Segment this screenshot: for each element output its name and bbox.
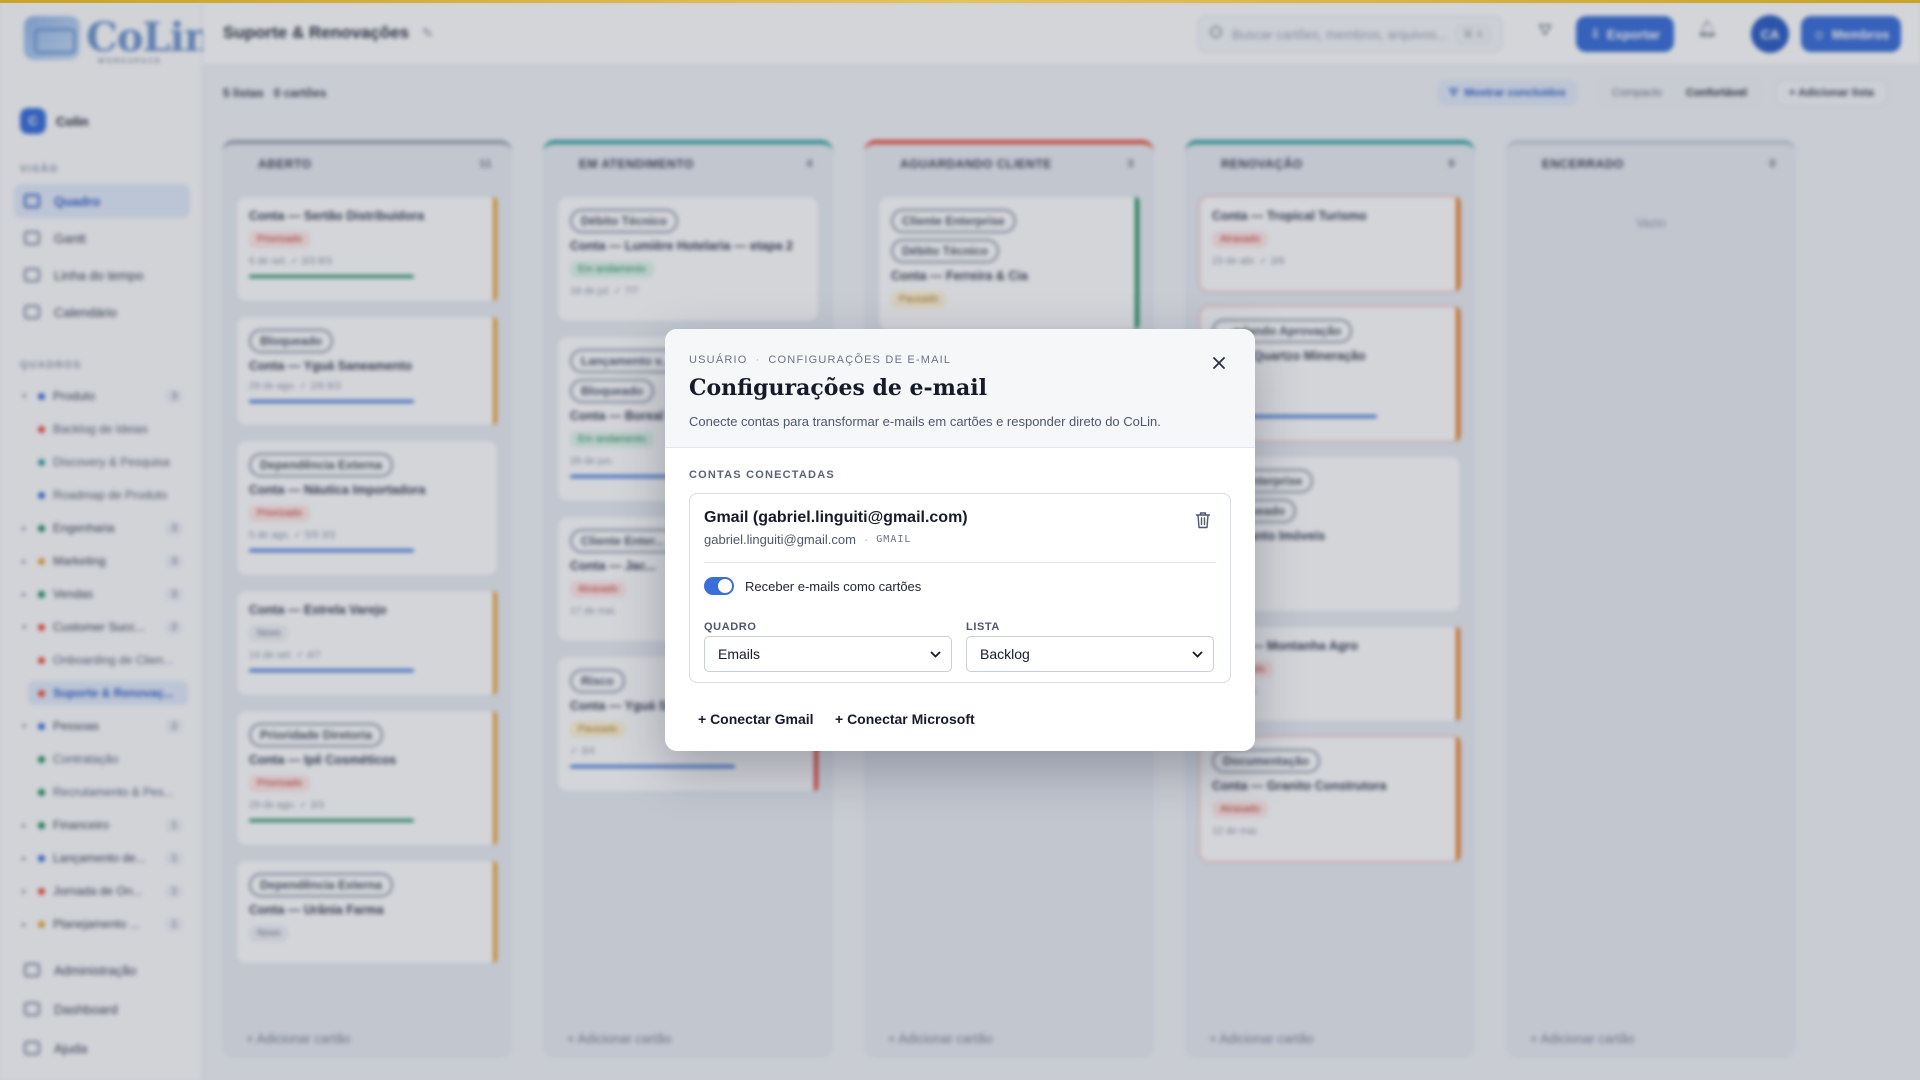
list-select[interactable]: Backlog — [966, 636, 1214, 672]
connected-accounts-label: CONTAS CONECTADAS — [689, 469, 835, 481]
account-name: Gmail (gabriel.linguiti@gmail.com) — [704, 509, 968, 526]
modal-description: Conecte contas para transformar e-mails … — [689, 414, 1161, 429]
account-divider — [704, 562, 1216, 563]
top-accent-line — [0, 0, 1920, 3]
breadcrumb-email-settings: CONFIGURAÇÕES DE E-MAIL — [768, 354, 952, 366]
breadcrumb: USUÁRIO · CONFIGURAÇÕES DE E-MAIL — [689, 354, 951, 366]
account-email: gabriel.linguiti@gmail.com — [704, 532, 856, 547]
board-field-label: QUADRO — [704, 621, 757, 633]
breadcrumb-separator: · — [755, 354, 761, 366]
account-email-row: gabriel.linguiti@gmail.com · GMAIL — [704, 532, 911, 547]
modal-title: Configurações de e-mail — [689, 375, 987, 401]
breadcrumb-user[interactable]: USUÁRIO — [689, 354, 748, 366]
account-provider: GMAIL — [876, 534, 912, 545]
board-select[interactable]: Emails — [704, 636, 952, 672]
chevron-down-icon — [1192, 650, 1203, 658]
receive-as-cards-toggle[interactable] — [704, 577, 734, 595]
board-select-value: Emails — [718, 646, 761, 662]
connect-microsoft-button[interactable]: + Conectar Microsoft — [835, 711, 975, 727]
chevron-down-icon — [930, 650, 941, 658]
trash-icon — [1195, 511, 1211, 528]
email-settings-modal: USUÁRIO · CONFIGURAÇÕES DE E-MAIL Config… — [665, 329, 1255, 751]
modal-header: USUÁRIO · CONFIGURAÇÕES DE E-MAIL Config… — [665, 329, 1255, 448]
close-button[interactable] — [1205, 349, 1233, 377]
remove-account-button[interactable] — [1192, 510, 1214, 532]
receive-as-cards-label: Receber e-mails como cartões — [745, 579, 922, 594]
connected-account-card: Gmail (gabriel.linguiti@gmail.com) gabri… — [689, 493, 1231, 683]
list-field-label: LISTA — [966, 621, 1000, 633]
list-select-value: Backlog — [980, 646, 1030, 662]
close-icon — [1213, 357, 1225, 369]
account-separator: · — [863, 532, 869, 547]
connect-gmail-button[interactable]: + Conectar Gmail — [698, 711, 814, 727]
